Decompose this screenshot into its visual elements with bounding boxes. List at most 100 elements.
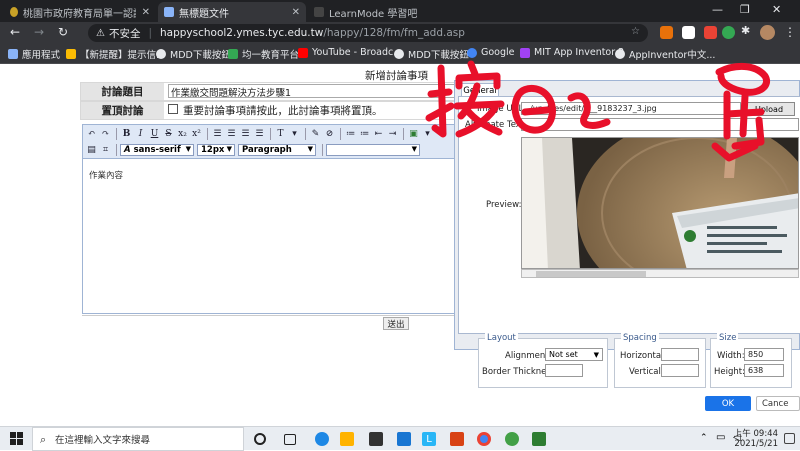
numbered-list-icon[interactable]: ≔ <box>358 127 371 140</box>
insert-image-icon[interactable]: ▣ <box>407 127 420 140</box>
bookmark-item[interactable]: MDD下載按鈕 <box>394 47 469 61</box>
table-icon[interactable]: ▤ <box>85 143 98 156</box>
align-right-icon[interactable]: ☰ <box>239 127 252 140</box>
image-url-input[interactable]: ../up_files/edit/S__9183237_3.jpg <box>521 102 741 115</box>
chevron-down-icon: ▼ <box>185 144 191 153</box>
border-thickness-input[interactable] <box>545 364 583 377</box>
editor-content[interactable]: 作業內容 <box>89 169 123 181</box>
file-explorer-icon[interactable] <box>340 432 354 446</box>
block-format-select[interactable]: Paragraph ▼ <box>238 143 316 156</box>
background-color-icon[interactable]: ▾ <box>288 127 301 140</box>
network-icon[interactable]: ▭ <box>716 432 725 443</box>
ok-button[interactable]: OK <box>705 396 751 411</box>
bold-icon[interactable]: B <box>120 127 133 140</box>
chevron-down-icon: ▼ <box>411 144 417 153</box>
text-color-icon[interactable]: T <box>274 127 287 140</box>
minimize-icon[interactable]: — <box>712 3 723 16</box>
edge-browser-icon[interactable] <box>315 432 329 446</box>
menu-kebab-icon[interactable]: ⋮ <box>784 25 796 39</box>
font-family-select[interactable]: A sans-serif ▼ <box>120 143 194 156</box>
bookmark-item[interactable]: 【新提醒】提示信... <box>66 47 165 61</box>
upload-button[interactable]: Upload <box>743 102 795 116</box>
cancel-button[interactable]: Cance <box>756 396 800 411</box>
bookmark-item[interactable]: MDD下載按鈕 <box>156 47 231 61</box>
tab-untitled-document[interactable]: 無標題文件 ✕ <box>158 2 306 22</box>
outdent-icon[interactable]: ⇤ <box>372 127 385 140</box>
bookmark-item[interactable]: Google <box>467 47 515 58</box>
extension-icon[interactable] <box>722 26 735 39</box>
bookmark-item[interactable]: YouTube - Broadc... <box>298 47 402 58</box>
tab-learnmode[interactable]: LearnMode 學習吧 <box>308 2 458 22</box>
bookmark-star-icon[interactable]: ☆ <box>631 26 640 37</box>
bookmark-item[interactable]: 應用程式 <box>8 47 60 61</box>
tab-general[interactable]: General <box>461 83 499 97</box>
height-input[interactable]: 638 <box>744 364 784 377</box>
bullet-list-icon[interactable]: ≔ <box>344 127 357 140</box>
task-view-icon[interactable] <box>284 434 296 445</box>
scrollbar-thumb[interactable] <box>536 271 646 277</box>
italic-icon[interactable]: I <box>134 127 147 140</box>
forward-arrow-icon[interactable]: → <box>34 25 44 39</box>
mail-icon[interactable] <box>397 432 411 446</box>
reload-icon[interactable]: ↻ <box>58 25 68 39</box>
windows-start-icon[interactable] <box>10 432 23 445</box>
width-input[interactable]: 850 <box>744 348 784 361</box>
format-painter-icon[interactable]: ⌗ <box>99 143 112 156</box>
align-justify-icon[interactable]: ☰ <box>253 127 266 140</box>
bookmark-item[interactable]: MIT App Inventor 2 <box>520 47 624 58</box>
extension-icon[interactable] <box>682 26 695 39</box>
undo-icon[interactable]: ↶ <box>85 127 98 140</box>
subject-row: 討論題目 作業繳交問題解決方法步驟1 <box>80 82 540 101</box>
bookmark-item[interactable]: 均一教育平台 <box>228 47 299 61</box>
more-dropdown-icon[interactable]: ▾ <box>421 127 434 140</box>
avatar[interactable] <box>760 25 775 40</box>
superscript-icon[interactable]: x² <box>190 127 203 140</box>
bookmark-item[interactable]: AppInventor中文... <box>615 47 715 61</box>
strikethrough-icon[interactable]: S <box>162 127 175 140</box>
address-bar[interactable]: ⚠ 不安全 | happyschool2.ymes.tyc.edu.tw /ha… <box>88 24 648 42</box>
editor-toolbar: ↶ ↷ B I U S x₂ x² ☰ ☰ ☰ ☰ T ▾ ✎ ⊘ ≔ ≔ ⇤ … <box>83 125 461 159</box>
unlink-icon[interactable]: ⊘ <box>323 127 336 140</box>
chrome-icon[interactable] <box>477 432 491 446</box>
line-app-icon[interactable] <box>505 432 519 446</box>
vertical-spacing-input[interactable] <box>661 364 699 377</box>
extension-icon[interactable] <box>704 26 717 39</box>
indent-icon[interactable]: ⇥ <box>386 127 399 140</box>
close-icon[interactable]: ✕ <box>136 7 150 18</box>
learnmode-app-icon[interactable]: L <box>422 432 436 446</box>
horizontal-spacing-input[interactable] <box>661 348 699 361</box>
bookmark-favicon-icon <box>228 49 238 59</box>
store-icon[interactable] <box>369 432 383 446</box>
system-clock[interactable]: 上午 09:44 2021/5/21 <box>734 429 778 449</box>
notification-icon[interactable] <box>784 433 795 444</box>
cortana-icon[interactable] <box>254 433 266 445</box>
window-close-icon[interactable]: ✕ <box>772 3 781 16</box>
chevron-up-icon[interactable]: ⌃ <box>700 433 708 443</box>
redo-icon[interactable]: ↷ <box>99 127 112 140</box>
tab-education-auth[interactable]: 桃園市政府教育局單一認證授權 ✕ <box>4 2 156 22</box>
pin-checkbox[interactable] <box>168 104 178 114</box>
search-icon: ⌕ <box>40 433 47 446</box>
link-icon[interactable]: ✎ <box>309 127 322 140</box>
preview-scrollbar[interactable] <box>521 269 799 278</box>
style-select[interactable]: ▼ <box>326 143 420 156</box>
extension-icon[interactable] <box>660 26 673 39</box>
font-size-select[interactable]: 12px ▼ <box>197 143 235 156</box>
submit-button[interactable]: 送出 <box>383 317 409 330</box>
align-center-icon[interactable]: ☰ <box>225 127 238 140</box>
app-icon[interactable] <box>532 432 546 446</box>
office-icon[interactable] <box>450 432 464 446</box>
spacing-legend: Spacing <box>621 333 659 343</box>
close-icon[interactable]: ✕ <box>286 7 300 18</box>
maximize-icon[interactable]: ❐ <box>740 3 750 16</box>
taskbar-search-input[interactable]: ⌕ 在這裡輸入文字來搜尋 <box>32 427 244 451</box>
tab-title: 無標題文件 <box>179 8 229 20</box>
subscript-icon[interactable]: x₂ <box>176 127 189 140</box>
editor-resize-bar[interactable] <box>82 315 462 316</box>
back-arrow-icon[interactable]: ← <box>10 25 20 39</box>
underline-icon[interactable]: U <box>148 127 161 140</box>
puzzle-extensions-icon[interactable]: ✱ <box>741 24 754 37</box>
align-left-icon[interactable]: ☰ <box>211 127 224 140</box>
alt-text-input[interactable] <box>521 118 799 131</box>
alignment-select[interactable]: Not set ▼ <box>545 348 603 361</box>
